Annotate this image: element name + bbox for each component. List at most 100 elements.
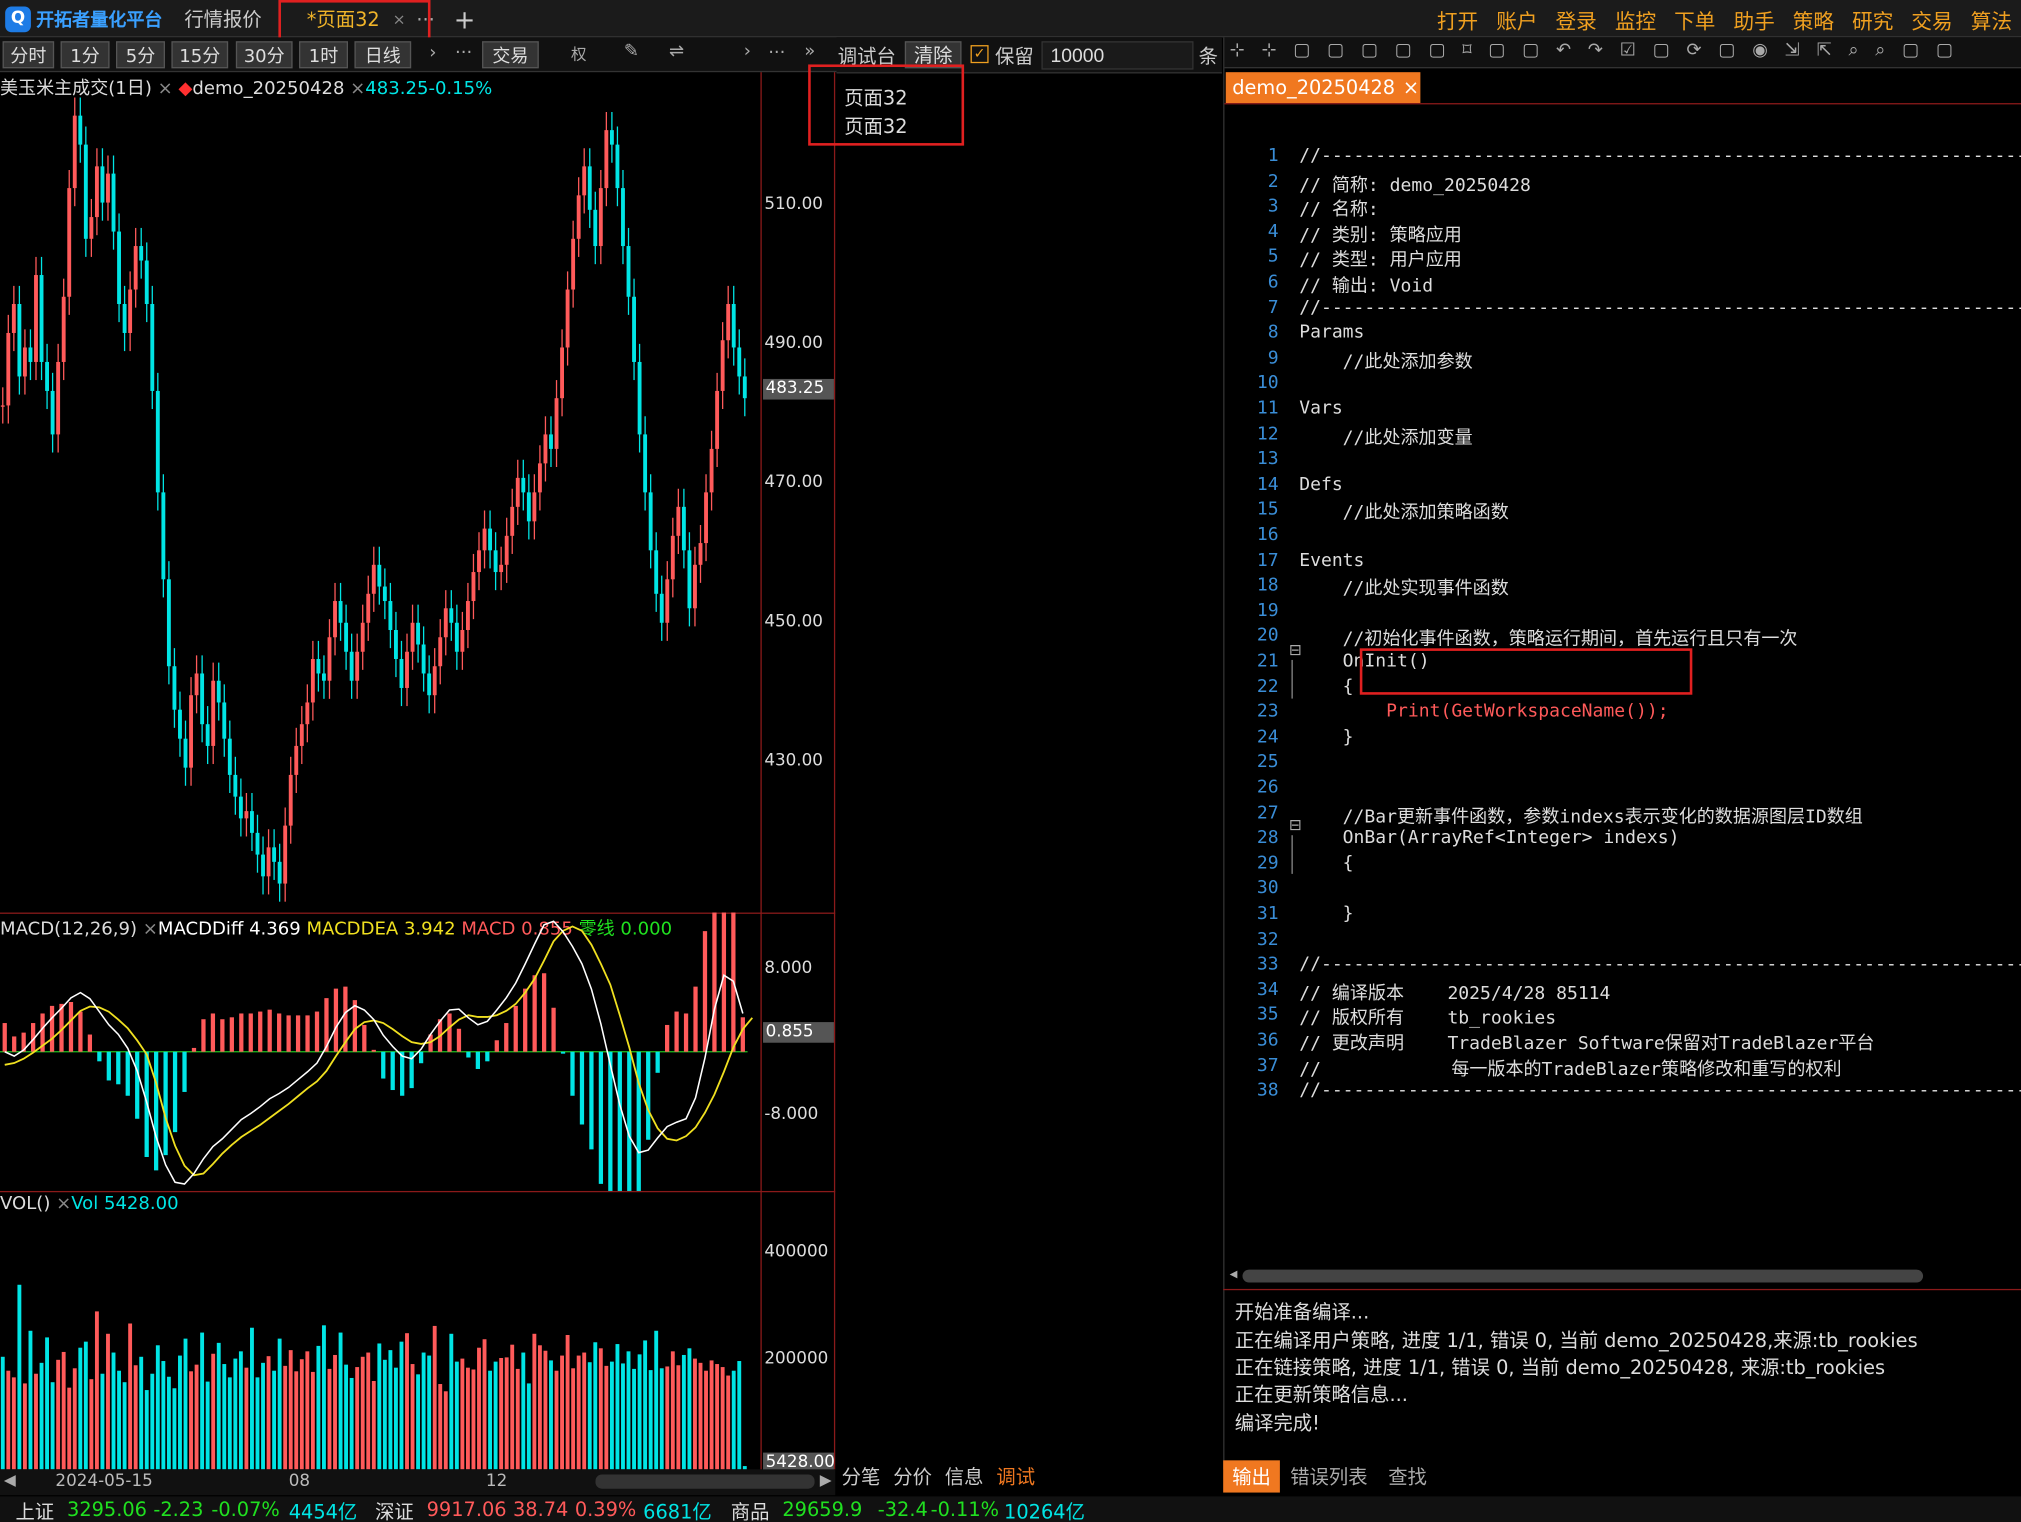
scroll-left-icon[interactable]: ◀: [4, 1471, 16, 1489]
code-line[interactable]: OnBar(ArrayRef<Integer> indexs): [1299, 828, 1680, 849]
volume-bar: [427, 1355, 432, 1470]
volume-bar: [393, 1367, 398, 1470]
tab-page32[interactable]: *页面32 ×: [307, 0, 406, 37]
code-line[interactable]: // 版权所有 tb_rookies: [1299, 1005, 1556, 1031]
menu-open[interactable]: 打开: [1428, 3, 1487, 34]
editor-scroll-left-icon[interactable]: ◂: [1230, 1264, 1238, 1282]
keep-count-input[interactable]: [1041, 41, 1194, 70]
candle-body: [272, 847, 277, 862]
code-line[interactable]: //初始化事件函数，策略运行期间，首先运行且只有一次: [1299, 626, 1798, 652]
code-line[interactable]: Print(GetWorkspaceName());: [1299, 701, 1668, 722]
sliders-icon[interactable]: ⇌: [669, 41, 684, 62]
more-icon-2[interactable]: ···: [768, 43, 785, 64]
code-line[interactable]: Params: [1299, 322, 1364, 343]
period-15m-button[interactable]: 15分: [171, 41, 229, 69]
period-30m-button[interactable]: 30分: [235, 41, 293, 69]
menu-strategy[interactable]: 策略: [1784, 3, 1843, 34]
code-editor[interactable]: ⊹⊹▢▢▢▢▢⌑▢▢↶↷☑▢⟳▢◉⇲⇱⌕⌕▢▢ demo_20250428 × …: [1223, 37, 2021, 1470]
candle-body: [288, 774, 293, 826]
editor-tab[interactable]: demo_20250428 ×: [1225, 72, 1421, 104]
menu-login[interactable]: 登录: [1547, 3, 1606, 34]
code-line[interactable]: //--------------------------------------…: [1299, 1080, 2021, 1101]
period-5m-button[interactable]: 5分: [116, 41, 165, 69]
chart-scrollbar[interactable]: [595, 1474, 815, 1489]
tab-output[interactable]: 输出: [1223, 1460, 1280, 1493]
code-line[interactable]: {: [1299, 676, 1354, 697]
code-line[interactable]: // 输出: Void: [1299, 272, 1433, 298]
tab-error-list[interactable]: 错误列表: [1280, 1460, 1378, 1492]
fold-toggle-icon-2[interactable]: ⊟: [1289, 816, 1302, 834]
code-line[interactable]: Events: [1299, 550, 1364, 571]
code-line[interactable]: // 每一版本的TradeBlazer策略修改和重写的权利: [1299, 1055, 1841, 1081]
code-line[interactable]: //--------------------------------------…: [1299, 954, 2021, 975]
volume-bar: [78, 1347, 83, 1470]
expand-icon[interactable]: »: [804, 41, 815, 62]
code-line[interactable]: //--------------------------------------…: [1299, 297, 2021, 318]
code-line[interactable]: // 名称:: [1299, 196, 1379, 222]
index-pct: -0.11%: [930, 1497, 1000, 1521]
code-line[interactable]: Defs: [1299, 474, 1342, 495]
code-line[interactable]: //此处添加参数: [1299, 348, 1473, 374]
output-line: 正在链接策略, 进度 1/1, 错误 0, 当前 demo_20250428, …: [1234, 1355, 1886, 1380]
code-line[interactable]: }: [1299, 727, 1354, 748]
code-line[interactable]: {: [1299, 853, 1354, 874]
period-1h-button[interactable]: 1时: [299, 41, 349, 69]
chevron-right-icon[interactable]: ›: [429, 43, 436, 64]
tab-info[interactable]: 信息: [938, 1463, 990, 1490]
keep-checkbox[interactable]: ✓: [970, 45, 989, 64]
code-line[interactable]: //此处添加策略函数: [1299, 499, 1509, 525]
period-1m-button[interactable]: 1分: [60, 41, 110, 69]
candle-body: [178, 709, 182, 739]
menu-order[interactable]: 下单: [1665, 3, 1724, 34]
app-logo[interactable]: Q 开拓者量化平台: [0, 0, 171, 37]
chart-pane[interactable]: 美玉米主成交(1日) × ◆demo_20250428 ×483.25-0.15…: [0, 72, 836, 1474]
pencil-icon[interactable]: ✎: [624, 41, 639, 62]
tab-more-button[interactable]: ···: [416, 0, 434, 37]
candle-body: [460, 630, 465, 652]
rights-adjust-button[interactable]: 权: [571, 43, 586, 65]
code-line[interactable]: // 类别: 策略应用: [1299, 221, 1462, 247]
code-line[interactable]: OnInit(): [1299, 651, 1430, 672]
tab-find[interactable]: 查找: [1378, 1460, 1437, 1492]
menu-account[interactable]: 账户: [1487, 3, 1546, 34]
clear-button[interactable]: 清除: [904, 41, 962, 69]
more-icon[interactable]: ···: [455, 43, 472, 64]
tab-quotes[interactable]: 行情报价: [184, 0, 261, 37]
fold-toggle-icon[interactable]: ⊟: [1289, 641, 1302, 659]
code-line[interactable]: // 简称: demo_20250428: [1299, 171, 1531, 197]
tab-debug[interactable]: 调试: [990, 1463, 1042, 1490]
debug-title: 调试台: [837, 45, 896, 69]
tab-close-icon[interactable]: ×: [393, 10, 406, 28]
tab-ticks[interactable]: 分笔: [839, 1463, 887, 1490]
volume-bar: [554, 1370, 559, 1470]
scroll-right-icon[interactable]: ▶: [820, 1471, 832, 1489]
menu-research[interactable]: 研究: [1843, 3, 1902, 34]
code-line[interactable]: Vars: [1299, 398, 1342, 419]
code-line[interactable]: //--------------------------------------…: [1299, 146, 2021, 167]
code-line[interactable]: // 更改声明 TradeBlazer Software保留对TradeBlaz…: [1299, 1030, 1874, 1056]
chevron-right-icon-2[interactable]: ›: [744, 41, 751, 62]
code-line[interactable]: //Bar更新事件函数，参数indexs表示变化的数据源图层ID数组: [1299, 802, 1863, 828]
menu-monitor[interactable]: 监控: [1606, 3, 1665, 34]
menu-algo[interactable]: 算法: [1962, 3, 2021, 34]
code-line[interactable]: //此处实现事件函数: [1299, 575, 1509, 601]
menu-trade[interactable]: 交易: [1902, 3, 1961, 34]
tab-add-button[interactable]: +: [454, 0, 476, 37]
candle-body: [737, 347, 742, 377]
code-line[interactable]: //此处添加变量: [1299, 424, 1473, 450]
editor-tool-icons[interactable]: ⊹⊹▢▢▢▢▢⌑▢▢↶↷☑▢⟳▢◉⇲⇱⌕⌕▢▢: [1230, 40, 1970, 61]
editor-hscrollbar[interactable]: [1242, 1269, 1924, 1283]
menu-assistant[interactable]: 助手: [1724, 3, 1783, 34]
period-tick-button[interactable]: 分时: [2, 41, 55, 69]
candle-body: [310, 658, 315, 703]
period-day-button[interactable]: 日线: [354, 41, 412, 69]
line-number: 27: [1256, 802, 1279, 824]
volume-bar: [670, 1351, 675, 1470]
trade-button[interactable]: 交易: [482, 41, 539, 69]
editor-tab-close-icon[interactable]: ×: [1403, 76, 1419, 99]
tab-price-dist[interactable]: 分价: [887, 1463, 939, 1490]
code-line[interactable]: }: [1299, 904, 1354, 925]
volume-bar: [255, 1377, 260, 1470]
code-line[interactable]: // 类型: 用户应用: [1299, 247, 1462, 273]
code-line[interactable]: // 编译版本 2025/4/28 85114: [1299, 979, 1610, 1005]
